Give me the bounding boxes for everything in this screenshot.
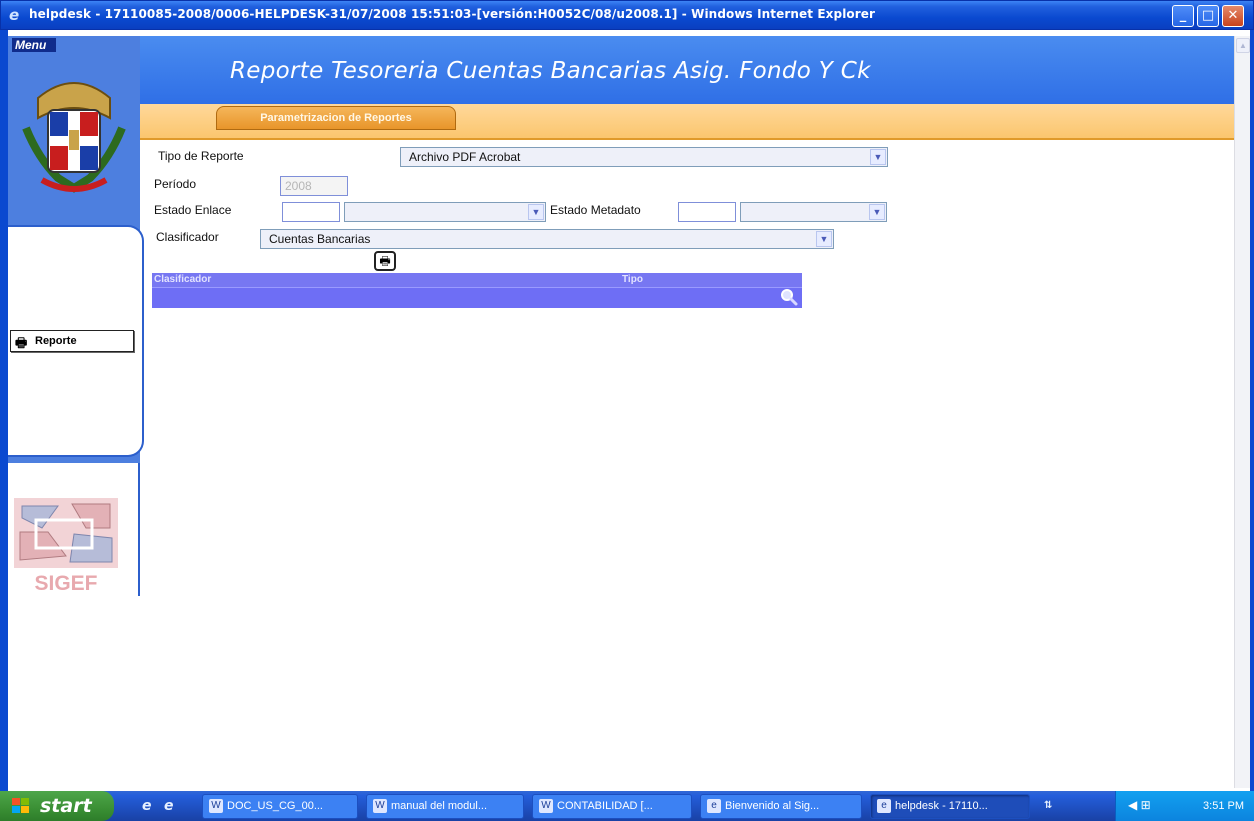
window-frame-left <box>0 30 8 791</box>
tab-parametrizacion-reportes[interactable]: Parametrizacion de Reportes <box>216 106 456 130</box>
estado-enlace-label: Estado Enlace <box>154 203 232 217</box>
taskbar-item-doc[interactable]: W DOC_US_CG_00... <box>202 794 358 819</box>
minimize-button[interactable]: _ <box>1172 5 1194 27</box>
sigef-logo: SIGEF <box>14 498 118 594</box>
ie-quicklaunch-icon-2[interactable]: e <box>164 798 180 814</box>
ie-icon: e <box>877 799 891 813</box>
page-header: Reporte Tesoreria Cuentas Bancarias Asig… <box>8 36 1234 104</box>
tipo-reporte-label: Tipo de Reporte <box>158 149 244 163</box>
expand-taskbar-icon[interactable]: ⇅ <box>1044 798 1060 814</box>
word-icon: W <box>539 799 553 813</box>
start-button[interactable]: start <box>0 791 114 821</box>
system-tray: ◀ ⊞ 3:51 PM <box>1115 791 1254 821</box>
scroll-up-icon[interactable]: ▲ <box>1236 38 1250 53</box>
taskbar-item-label: helpdesk - 17110... <box>895 800 988 812</box>
report-button-label: Reporte <box>35 335 77 347</box>
report-button[interactable]: 🖶 Reporte <box>10 330 134 352</box>
estado-enlace-select[interactable]: ▼ <box>344 202 546 222</box>
window-frame-right <box>1250 30 1254 791</box>
chevron-down-icon[interactable]: ▼ <box>869 204 885 220</box>
tab-strip: Parametrizacion de Reportes <box>8 104 1234 140</box>
printer-icon: 🖶 <box>15 335 28 350</box>
clasificador-label: Clasificador <box>156 230 219 244</box>
maximize-button[interactable]: □ <box>1197 5 1219 27</box>
ie-icon: e <box>707 799 721 813</box>
estado-metadato-label: Estado Metadato <box>550 203 641 217</box>
print-icon[interactable]: 🖶 <box>374 251 396 271</box>
taskbar-item-label: DOC_US_CG_00... <box>227 800 323 812</box>
taskbar-item-label: Bienvenido al Sig... <box>725 800 820 812</box>
taskbar-item-bienvenido[interactable]: e Bienvenido al Sig... <box>700 794 862 819</box>
window-title-bar: e helpdesk - 17110085-2008/0006-HELPDESK… <box>0 0 1254 30</box>
clasificador-select[interactable]: Cuentas Bancarias ▼ <box>260 229 834 249</box>
taskbar-item-manual[interactable]: W manual del modul... <box>366 794 524 819</box>
estado-metadato-code-input[interactable] <box>678 202 736 222</box>
clock[interactable]: 3:51 PM <box>1203 791 1244 821</box>
window-title: helpdesk - 17110085-2008/0006-HELPDESK-3… <box>29 7 876 21</box>
periodo-label: Período <box>154 177 197 191</box>
search-icon[interactable] <box>780 288 798 306</box>
taskbar-item-helpdesk[interactable]: e helpdesk - 17110... <box>870 794 1030 819</box>
network-icon[interactable]: ◀ ⊞ <box>1128 798 1162 814</box>
grid-header-tipo[interactable]: Tipo <box>622 274 643 285</box>
clasificador-value: Cuentas Bancarias <box>269 232 371 246</box>
taskbar-item-label: CONTABILIDAD [... <box>557 800 653 812</box>
taskbar-item-label: manual del modul... <box>391 800 487 812</box>
tipo-reporte-value: Archivo PDF Acrobat <box>409 150 521 164</box>
ie-icon: e <box>9 6 20 24</box>
tipo-reporte-select[interactable]: Archivo PDF Acrobat ▼ <box>400 147 888 167</box>
menu-label[interactable]: Menu <box>12 38 56 52</box>
taskbar-item-contabilidad[interactable]: W CONTABILIDAD [... <box>532 794 692 819</box>
ie-quicklaunch-icon[interactable]: e <box>142 798 158 814</box>
chevron-down-icon[interactable]: ▼ <box>870 149 886 165</box>
chevron-down-icon[interactable]: ▼ <box>528 204 544 220</box>
word-icon: W <box>209 799 223 813</box>
estado-enlace-code-input[interactable] <box>282 202 340 222</box>
clasificador-grid: Clasificador Tipo <box>152 273 802 308</box>
page-title: Reporte Tesoreria Cuentas Bancarias Asig… <box>230 58 871 84</box>
taskbar: start e e W DOC_US_CG_00... W manual del… <box>0 791 1254 821</box>
grid-row[interactable] <box>152 287 802 308</box>
estado-metadato-select[interactable]: ▼ <box>740 202 887 222</box>
windows-flag-icon <box>12 798 29 813</box>
close-button[interactable]: ✕ <box>1222 5 1244 27</box>
start-label: start <box>40 795 92 817</box>
vertical-scrollbar[interactable]: ▲ <box>1234 36 1250 788</box>
chevron-down-icon[interactable]: ▼ <box>816 231 832 247</box>
word-icon: W <box>373 799 387 813</box>
grid-header-clasificador[interactable]: Clasificador <box>154 274 211 285</box>
sigef-logo-text: SIGEF <box>34 572 97 594</box>
coat-of-arms-icon <box>22 82 126 193</box>
periodo-input[interactable]: 2008 <box>280 176 348 196</box>
